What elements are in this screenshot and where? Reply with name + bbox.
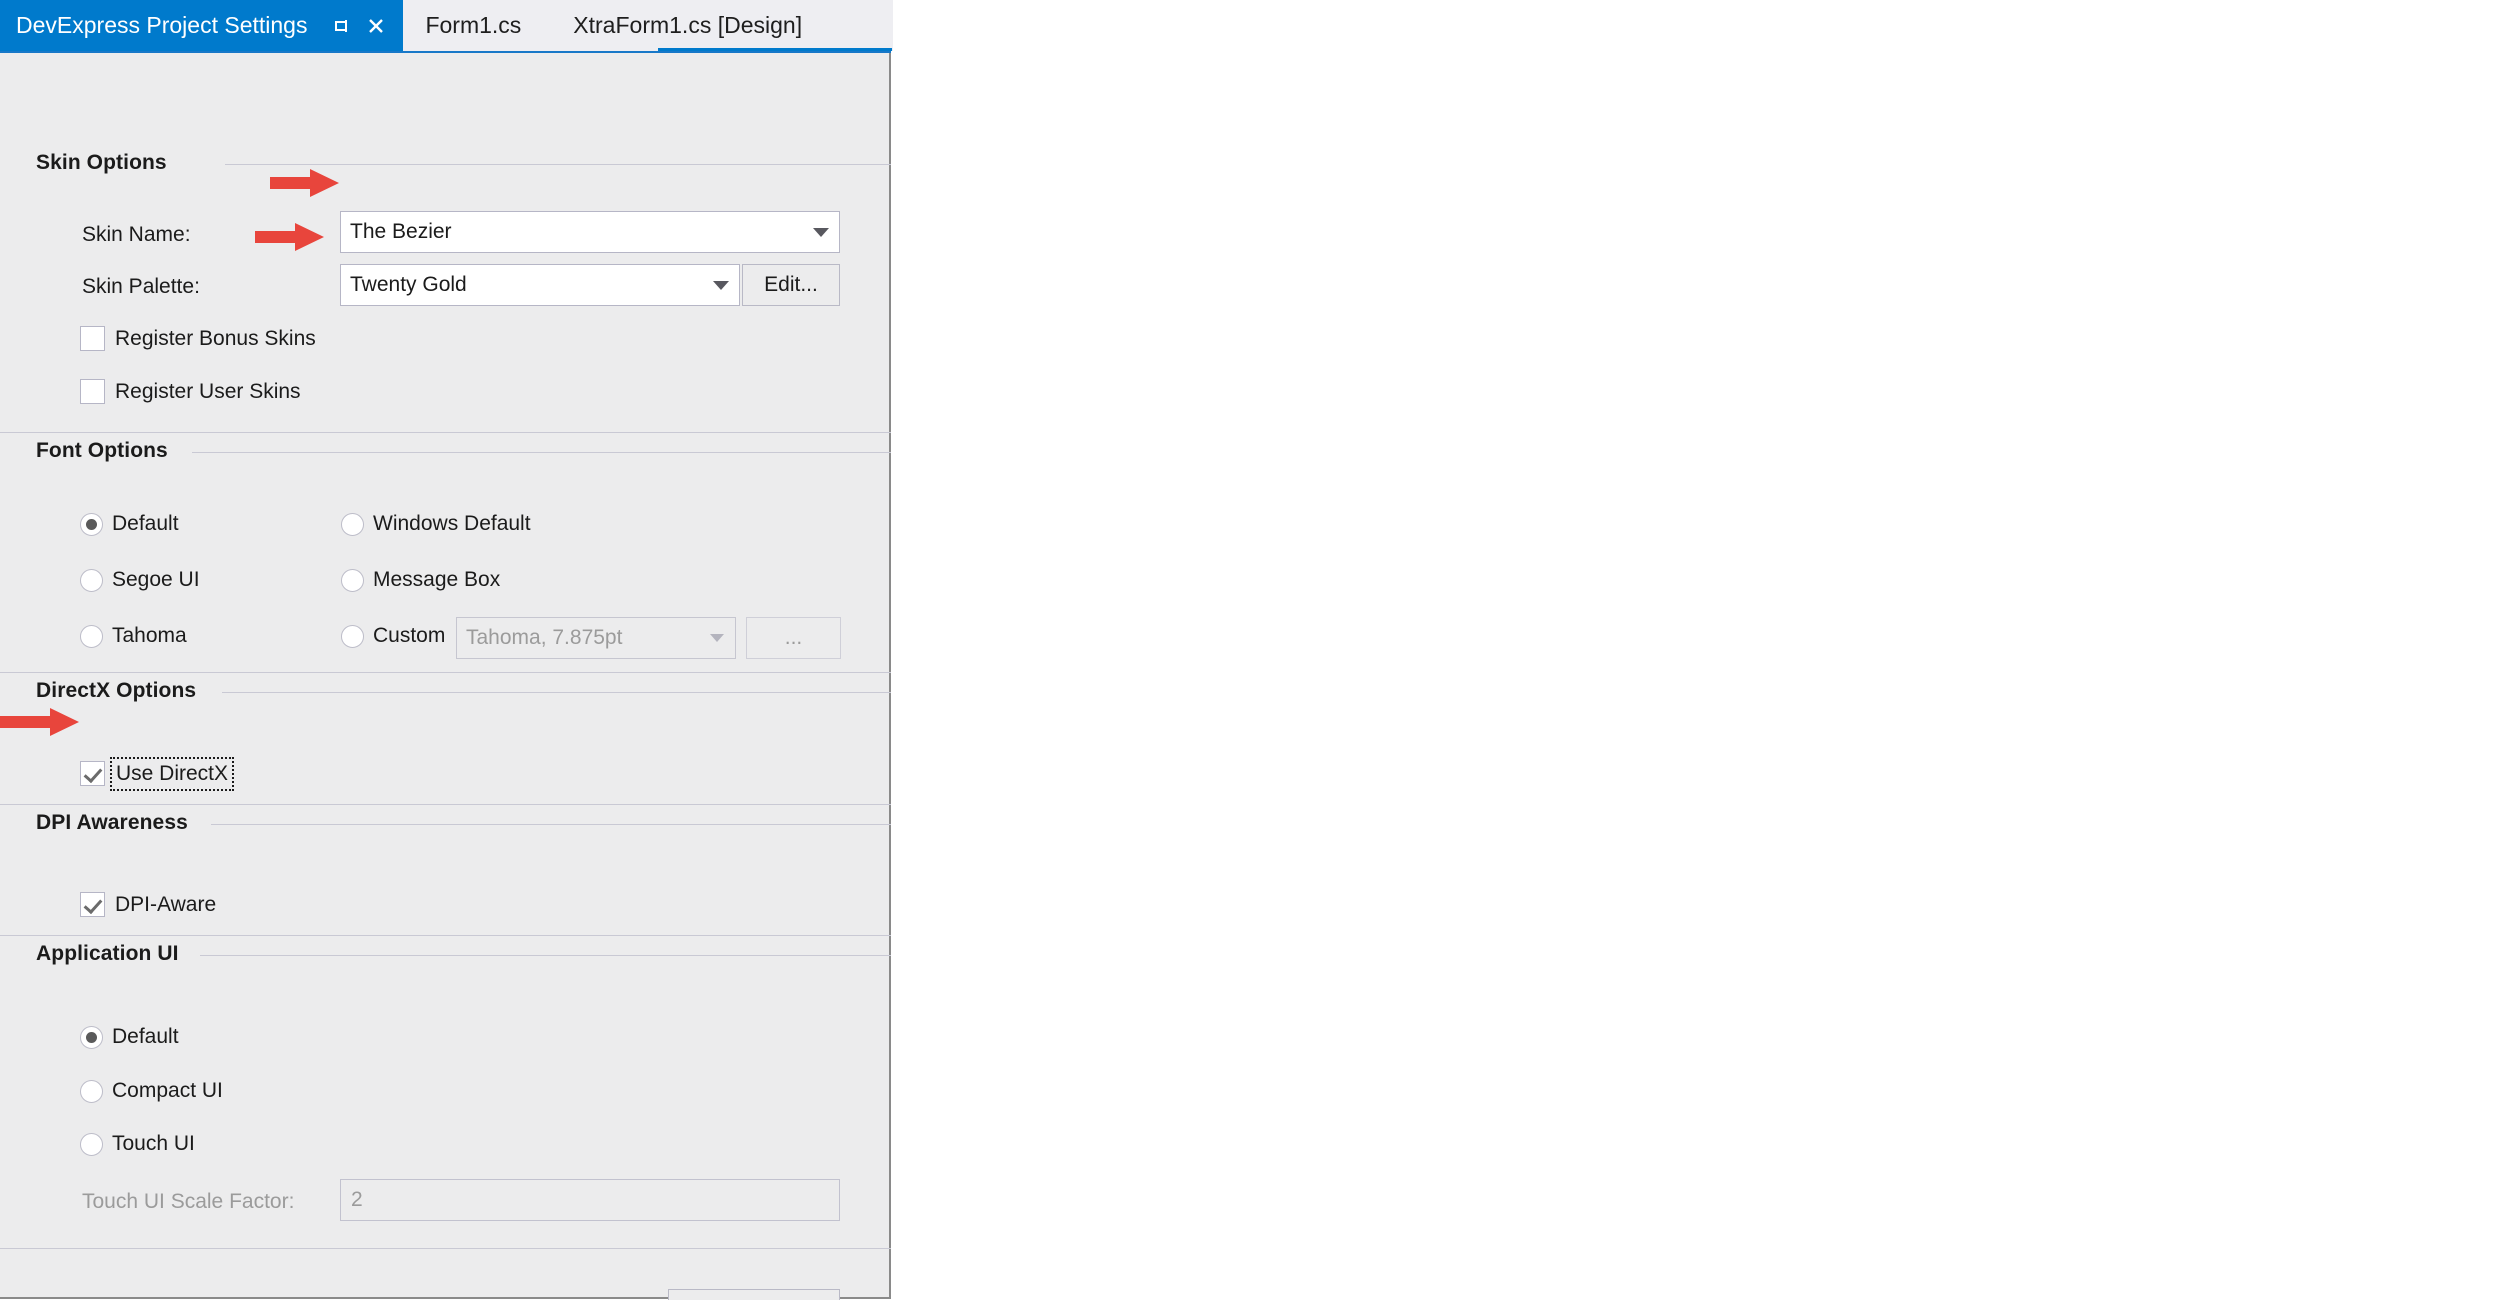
checkbox-box[interactable] — [80, 761, 105, 786]
font-radio-message-box[interactable]: Message Box — [341, 568, 500, 592]
font-radio-message-box-label: Message Box — [373, 568, 501, 591]
use-directx-checkbox[interactable]: Use DirectX — [80, 756, 235, 791]
touch-ui-scale-factor-input[interactable]: 2 — [340, 1179, 840, 1221]
section-divider-1 — [0, 432, 891, 433]
dpi-aware-checkbox[interactable]: DPI-Aware — [80, 892, 216, 917]
group-rule-skin-options — [225, 164, 891, 165]
radio-circle[interactable] — [341, 512, 364, 536]
chevron-down-icon[interactable] — [803, 226, 839, 238]
section-divider-5 — [0, 1248, 891, 1249]
font-radio-windows-default-label: Windows Default — [373, 512, 531, 535]
radio-circle[interactable] — [80, 512, 103, 536]
settings-panel: Skin Options Skin Name: The Bezier Skin … — [0, 51, 891, 1300]
font-radio-tahoma[interactable]: Tahoma — [80, 624, 187, 648]
font-radio-segoe-ui[interactable]: Segoe UI — [80, 568, 200, 592]
group-rule-directx-options — [222, 692, 891, 693]
font-radio-default-label: Default — [112, 512, 179, 535]
section-divider-4 — [0, 935, 891, 936]
group-rule-application-ui — [200, 955, 891, 956]
appui-radio-touch-ui[interactable]: Touch UI — [80, 1132, 195, 1156]
tab-devexpress-project-settings[interactable]: DevExpress Project Settings — [0, 0, 404, 51]
tab-label: XtraForm1.cs [Design] — [573, 12, 803, 38]
radio-circle[interactable] — [80, 1079, 103, 1103]
checkbox-box[interactable] — [80, 326, 105, 351]
touch-ui-scale-factor-label: Touch UI Scale Factor: — [82, 1190, 295, 1213]
skin-name-label: Skin Name: — [82, 223, 191, 246]
tab-label: DevExpress Project Settings — [16, 12, 308, 38]
appui-radio-compact-ui[interactable]: Compact UI — [80, 1079, 223, 1103]
skin-palette-value: Twenty Gold — [350, 273, 467, 296]
chevron-down-icon[interactable] — [703, 279, 739, 291]
group-title-dpi-awareness: DPI Awareness — [36, 811, 188, 834]
devexpress-project-settings-window: DevExpress Project Settings Form1.cs Xtr… — [0, 0, 2500, 1300]
radio-circle[interactable] — [80, 624, 103, 648]
skin-palette-combobox[interactable]: Twenty Gold — [340, 264, 740, 306]
use-directx-label: Use DirectX — [109, 756, 235, 791]
chevron-down-icon[interactable] — [699, 633, 735, 643]
register-user-skins-checkbox[interactable]: Register User Skins — [80, 379, 301, 404]
radio-circle[interactable] — [80, 1132, 103, 1156]
font-radio-segoe-ui-label: Segoe UI — [112, 568, 200, 591]
skin-name-value: The Bezier — [350, 220, 452, 243]
custom-font-browse-button[interactable]: ... — [746, 617, 841, 659]
font-radio-custom[interactable]: Custom — [341, 624, 445, 648]
touch-ui-scale-factor-value: 2 — [351, 1188, 363, 1211]
appui-radio-compact-ui-label: Compact UI — [112, 1079, 223, 1102]
appui-radio-default-label: Default — [112, 1025, 179, 1048]
radio-circle[interactable] — [80, 1025, 103, 1049]
custom-font-combobox[interactable]: Tahoma, 7.875pt — [456, 617, 736, 659]
checkbox-box[interactable] — [80, 892, 105, 917]
group-title-font-options: Font Options — [36, 439, 168, 462]
section-divider-2 — [0, 672, 891, 673]
apply-button[interactable]: Apply — [668, 1289, 840, 1300]
group-title-application-ui: Application UI — [36, 942, 179, 965]
group-title-directx-options: DirectX Options — [36, 679, 197, 702]
pin-icon[interactable] — [325, 0, 359, 51]
dpi-aware-label: DPI-Aware — [115, 892, 217, 916]
font-radio-tahoma-label: Tahoma — [112, 624, 187, 647]
close-icon[interactable] — [359, 0, 393, 51]
checkbox-box[interactable] — [80, 379, 105, 404]
skin-palette-label: Skin Palette: — [82, 275, 200, 298]
section-divider-3 — [0, 804, 891, 805]
tab-form1-cs[interactable]: Form1.cs — [403, 0, 544, 51]
register-bonus-skins-checkbox[interactable]: Register Bonus Skins — [80, 326, 316, 351]
group-rule-dpi-awareness — [211, 824, 891, 825]
group-title-skin-options: Skin Options — [36, 151, 167, 174]
group-rule-font-options — [192, 452, 891, 453]
radio-circle[interactable] — [341, 624, 364, 648]
tab-label: Form1.cs — [425, 12, 522, 38]
font-radio-windows-default[interactable]: Windows Default — [341, 512, 531, 536]
register-bonus-skins-label: Register Bonus Skins — [115, 326, 316, 350]
font-radio-custom-label: Custom — [373, 624, 446, 647]
register-user-skins-label: Register User Skins — [115, 379, 301, 403]
tab-xtraform1-cs-design[interactable]: XtraForm1.cs [Design] — [543, 0, 833, 51]
appui-radio-default[interactable]: Default — [80, 1025, 179, 1049]
skin-name-combobox[interactable]: The Bezier — [340, 211, 840, 253]
panel-accent-rule — [0, 51, 891, 53]
custom-font-value: Tahoma, 7.875pt — [466, 626, 623, 649]
edit-palette-button[interactable]: Edit... — [742, 264, 840, 306]
font-radio-default[interactable]: Default — [80, 512, 179, 536]
tab-strip: DevExpress Project Settings Form1.cs Xtr… — [0, 0, 893, 51]
radio-circle[interactable] — [80, 568, 103, 592]
appui-radio-touch-ui-label: Touch UI — [112, 1132, 195, 1155]
radio-circle[interactable] — [341, 568, 364, 592]
